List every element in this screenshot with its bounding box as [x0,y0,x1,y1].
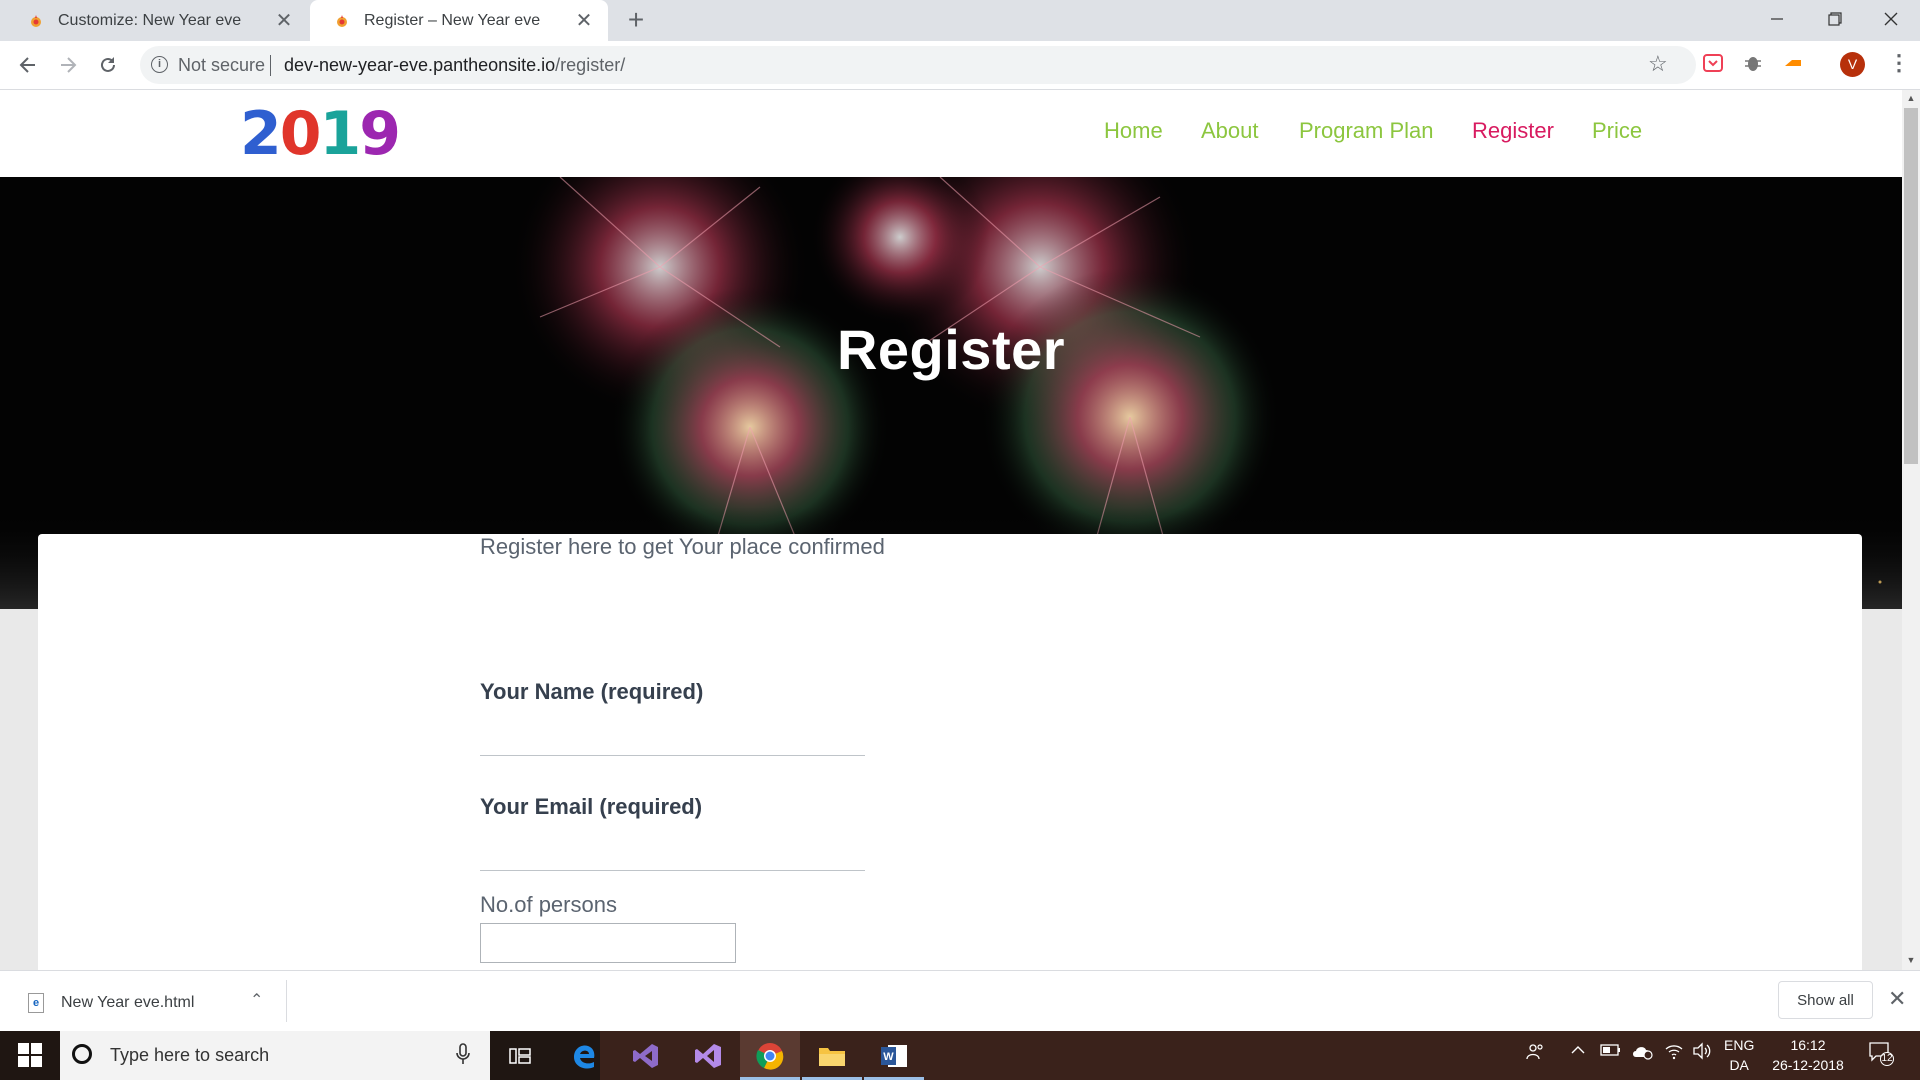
site-favicon-icon [334,13,350,29]
name-input-underline [480,755,865,756]
tab-customize[interactable]: Customize: New Year eve ✕ [4,0,308,41]
close-shelf-icon[interactable]: ✕ [1888,986,1906,1012]
clock-date: 26-12-2018 [1772,1057,1844,1073]
chrome-icon[interactable] [740,1031,800,1080]
tab-title: Register – New Year eve [364,11,541,29]
battery-icon[interactable] [1600,1042,1622,1063]
forward-button[interactable] [50,47,86,83]
bug-extension-icon[interactable] [1742,52,1766,76]
keyboard-layout: DA [1729,1057,1749,1073]
system-clock[interactable]: 16:12 26-12-2018 [1768,1035,1848,1075]
close-window-button[interactable] [1862,0,1920,41]
input-language-indicator[interactable]: ENG DA [1724,1035,1754,1075]
url-path: /register/ [555,55,626,75]
info-icon[interactable]: i [151,56,168,73]
chevron-up-tray-icon[interactable] [1570,1042,1586,1063]
lang-code: ENG [1724,1037,1755,1053]
scroll-up-icon[interactable]: ▲ [1902,90,1920,107]
back-button[interactable] [10,47,46,83]
page-title: Register [836,318,1066,381]
nav-about[interactable]: About [1201,118,1259,144]
notification-count: 12 [1881,1053,1893,1064]
new-tab-button[interactable]: + [620,4,652,36]
bookmark-star-icon[interactable]: ☆ [1648,51,1668,77]
url-text[interactable]: dev-new-year-eve.pantheonsite.io/registe… [284,53,625,77]
content-card [38,534,1862,970]
reload-button[interactable] [90,47,126,83]
nav-home[interactable]: Home [1104,118,1163,144]
download-shelf [0,970,1920,1032]
svg-text:W: W [883,1051,894,1063]
url-host: dev-new-year-eve.pantheonsite.io [284,55,556,75]
onedrive-sync-icon[interactable] [1630,1042,1654,1065]
profile-avatar[interactable]: V [1840,52,1865,77]
action-center-icon[interactable]: 12 [1868,1040,1894,1066]
name-label: Your Name (required) [480,679,704,704]
microphone-icon[interactable] [455,1043,471,1071]
vs-code-icon[interactable] [616,1031,676,1080]
download-file-name[interactable]: New Year eve.html [61,994,194,1012]
clock-time: 16:12 [1790,1037,1826,1053]
tab-register[interactable]: Register – New Year eve ✕ [310,0,608,41]
show-all-button[interactable]: Show all [1778,981,1873,1019]
pocket-extension-icon[interactable] [1702,52,1726,76]
name-input[interactable] [480,712,865,754]
persons-input[interactable] [480,923,736,963]
edge-browser-icon[interactable] [554,1031,614,1080]
tab-title: Customize: New Year eve [58,11,242,29]
omnibox-divider [270,55,271,76]
visual-studio-icon[interactable] [678,1031,738,1080]
scroll-down-icon[interactable]: ▼ [1902,952,1920,969]
volume-icon[interactable] [1692,1042,1712,1065]
persons-label: No.of persons [480,892,617,917]
start-button[interactable] [0,1031,60,1080]
word-icon[interactable]: W [864,1031,924,1080]
email-input-underline [480,870,865,871]
nav-program-plan[interactable]: Program Plan [1299,118,1434,144]
email-input[interactable] [480,826,865,868]
minimize-button[interactable] [1748,0,1806,41]
chevron-up-icon[interactable]: ⌃ [250,990,263,1010]
nav-register[interactable]: Register [1472,118,1554,144]
security-label[interactable]: Not secure [178,53,265,77]
task-view-icon[interactable] [490,1031,550,1080]
tab-close-icon[interactable]: ✕ [272,8,296,33]
wordpress-favicon-icon [28,13,44,29]
restore-button[interactable] [1806,0,1864,41]
orange-extension-icon[interactable] [1782,52,1806,76]
form-intro-text: Register here to get Your place confirme… [480,534,885,559]
cortana-icon[interactable] [72,1044,92,1064]
email-label: Your Email (required) [480,794,703,819]
wifi-icon[interactable] [1664,1042,1684,1065]
nav-price[interactable]: Price [1592,118,1642,144]
site-header: 2019 Home About Program Plan Register Pr… [0,90,1902,177]
download-divider [286,980,287,1022]
browser-menu-icon[interactable]: ⋮ [1888,50,1910,76]
people-icon[interactable] [1526,1042,1546,1067]
site-logo[interactable]: 2019 [240,99,401,169]
scrollbar-thumb[interactable] [1904,108,1918,464]
file-explorer-icon[interactable] [802,1031,862,1080]
tab-close-icon[interactable]: ✕ [572,8,596,33]
taskbar-search-placeholder[interactable]: Type here to search [110,1045,269,1066]
html-file-icon[interactable]: e [28,993,44,1013]
page-viewport: 2019 Home About Program Plan Register Pr… [0,90,1902,970]
